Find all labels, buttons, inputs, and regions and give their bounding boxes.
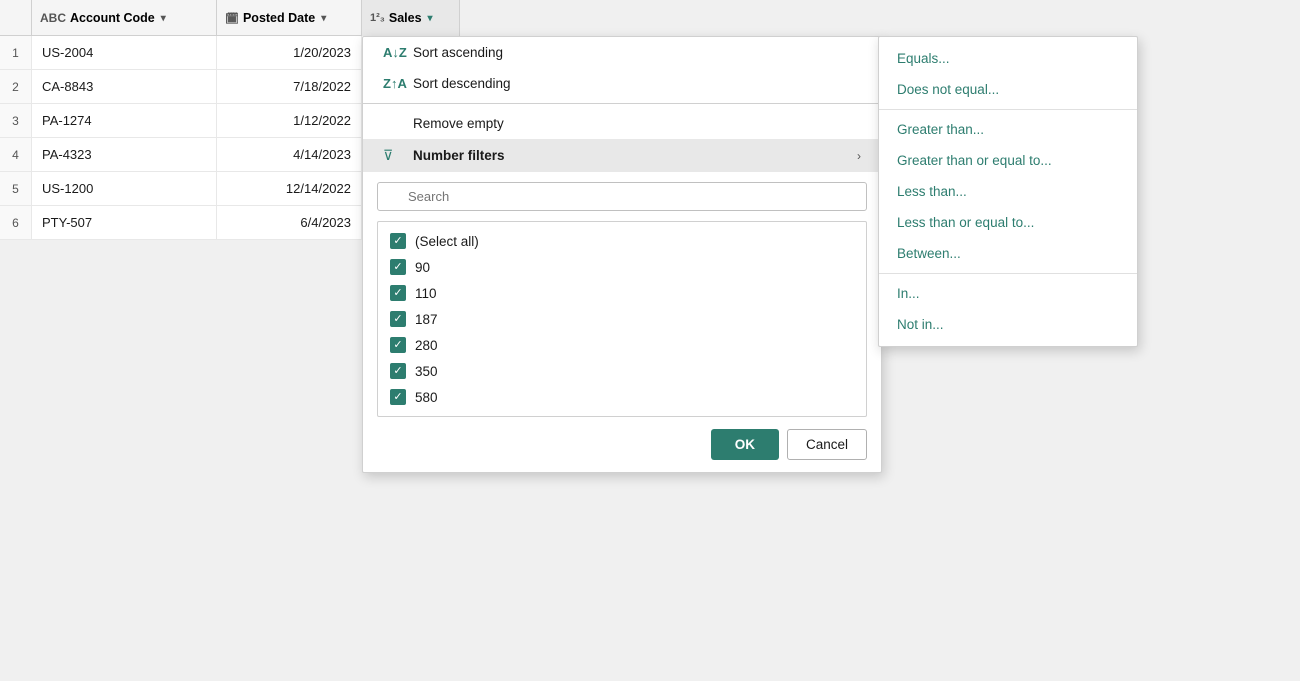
filter-dropdown: A↓Z Sort ascending Z↑A Sort descending R… bbox=[362, 36, 882, 473]
row-num-header bbox=[0, 0, 32, 35]
cell-date-4: 4/14/2023 bbox=[217, 138, 362, 171]
col-header-account[interactable]: ABC Account Code ▾ bbox=[32, 0, 217, 36]
sort-descending-icon: Z↑A bbox=[383, 76, 405, 91]
checkbox-90-label: 90 bbox=[415, 260, 430, 275]
account-code-label: Account Code bbox=[70, 11, 155, 25]
checkmark-187: ✓ bbox=[393, 314, 402, 325]
submenu-separator-2 bbox=[879, 273, 1137, 274]
cell-date-6: 6/4/2023 bbox=[217, 206, 362, 239]
submenu-between[interactable]: Between... bbox=[879, 238, 1137, 269]
submenu-greater-than[interactable]: Greater than... bbox=[879, 114, 1137, 145]
checkmark-90: ✓ bbox=[393, 262, 402, 273]
sales-type-icon: 1²₃ bbox=[370, 12, 385, 24]
cell-account-6: PTY-507 bbox=[32, 206, 217, 239]
menu-separator-1 bbox=[363, 103, 881, 104]
submenu-in[interactable]: In... bbox=[879, 278, 1137, 309]
checkbox-280[interactable]: ✓ 280 bbox=[378, 332, 866, 358]
submenu-arrow-icon: › bbox=[857, 149, 861, 163]
sales-dropdown-icon[interactable]: ▾ bbox=[428, 13, 433, 24]
sort-ascending-label: Sort ascending bbox=[413, 45, 503, 60]
remove-empty-item[interactable]: Remove empty bbox=[363, 108, 881, 139]
posted-date-label: Posted Date bbox=[243, 11, 315, 25]
submenu-separator-1 bbox=[879, 109, 1137, 110]
row-num-6: 6 bbox=[0, 206, 32, 239]
row-num-4: 4 bbox=[0, 138, 32, 171]
cancel-button[interactable]: Cancel bbox=[787, 429, 867, 460]
checkbox-350-box: ✓ bbox=[390, 363, 406, 379]
checkbox-580[interactable]: ✓ 580 bbox=[378, 384, 866, 410]
row-num-3: 3 bbox=[0, 104, 32, 137]
account-code-dropdown-icon[interactable]: ▾ bbox=[161, 13, 166, 24]
sort-descending-item[interactable]: Z↑A Sort descending bbox=[363, 68, 881, 99]
cell-account-3: PA-1274 bbox=[32, 104, 217, 137]
checkmark-580: ✓ bbox=[393, 392, 402, 403]
search-box-container: 🔍 bbox=[363, 172, 881, 221]
checkbox-580-label: 580 bbox=[415, 390, 438, 405]
cell-account-5: US-1200 bbox=[32, 172, 217, 205]
cell-account-1: US-2004 bbox=[32, 36, 217, 69]
submenu-equals[interactable]: Equals... bbox=[879, 43, 1137, 74]
submenu-not-equal[interactable]: Does not equal... bbox=[879, 74, 1137, 105]
search-input[interactable] bbox=[377, 182, 867, 211]
sales-label: Sales bbox=[389, 11, 422, 25]
checkbox-580-box: ✓ bbox=[390, 389, 406, 405]
checkbox-90[interactable]: ✓ 90 bbox=[378, 254, 866, 280]
checkmark-280: ✓ bbox=[393, 340, 402, 351]
cell-account-2: CA-8843 bbox=[32, 70, 217, 103]
checkbox-280-label: 280 bbox=[415, 338, 438, 353]
checkbox-280-box: ✓ bbox=[390, 337, 406, 353]
checkbox-187[interactable]: ✓ 187 bbox=[378, 306, 866, 332]
filter-funnel-icon: ⊽ bbox=[383, 147, 405, 164]
number-filters-submenu: Equals... Does not equal... Greater than… bbox=[878, 36, 1138, 347]
posted-date-dropdown-icon[interactable]: ▾ bbox=[321, 13, 326, 24]
remove-empty-label: Remove empty bbox=[413, 116, 504, 131]
checkbox-110[interactable]: ✓ 110 bbox=[378, 280, 866, 306]
checkbox-187-label: 187 bbox=[415, 312, 438, 327]
checkmark-select-all: ✓ bbox=[393, 236, 402, 247]
submenu-not-in[interactable]: Not in... bbox=[879, 309, 1137, 340]
checkbox-select-all[interactable]: ✓ (Select all) bbox=[378, 228, 866, 254]
checkmark-110: ✓ bbox=[393, 288, 402, 299]
cell-date-3: 1/12/2022 bbox=[217, 104, 362, 137]
filter-footer: OK Cancel bbox=[363, 417, 881, 472]
row-num-2: 2 bbox=[0, 70, 32, 103]
checkbox-110-label: 110 bbox=[415, 286, 437, 301]
checkbox-select-all-label: (Select all) bbox=[415, 234, 479, 249]
col-header-sales[interactable]: 1²₃ Sales ▾ bbox=[362, 0, 460, 36]
sort-descending-label: Sort descending bbox=[413, 76, 511, 91]
cell-account-4: PA-4323 bbox=[32, 138, 217, 171]
checkmark-350: ✓ bbox=[393, 366, 402, 377]
checkbox-110-box: ✓ bbox=[390, 285, 406, 301]
account-code-type-icon: ABC bbox=[40, 11, 66, 25]
sort-ascending-item[interactable]: A↓Z Sort ascending bbox=[363, 37, 881, 68]
table-header: ABC Account Code ▾ 🗓 Posted Date ▾ 1²₃ S… bbox=[0, 0, 460, 36]
submenu-less-equal[interactable]: Less than or equal to... bbox=[879, 207, 1137, 238]
number-filters-label: Number filters bbox=[413, 148, 505, 163]
cell-date-1: 1/20/2023 bbox=[217, 36, 362, 69]
posted-date-type-icon: 🗓 bbox=[225, 12, 239, 25]
checkbox-select-all-box: ✓ bbox=[390, 233, 406, 249]
checkbox-350-label: 350 bbox=[415, 364, 438, 379]
checkbox-90-box: ✓ bbox=[390, 259, 406, 275]
checkbox-187-box: ✓ bbox=[390, 311, 406, 327]
submenu-greater-equal[interactable]: Greater than or equal to... bbox=[879, 145, 1137, 176]
cell-date-2: 7/18/2022 bbox=[217, 70, 362, 103]
row-num-1: 1 bbox=[0, 36, 32, 69]
search-wrapper: 🔍 bbox=[377, 182, 867, 211]
checkbox-list: ✓ (Select all) ✓ 90 ✓ 110 ✓ 187 ✓ bbox=[377, 221, 867, 417]
row-num-5: 5 bbox=[0, 172, 32, 205]
sort-ascending-icon: A↓Z bbox=[383, 45, 405, 60]
ok-button[interactable]: OK bbox=[711, 429, 779, 460]
submenu-less-than[interactable]: Less than... bbox=[879, 176, 1137, 207]
number-filters-item[interactable]: ⊽ Number filters › bbox=[363, 139, 881, 172]
col-header-date[interactable]: 🗓 Posted Date ▾ bbox=[217, 0, 362, 36]
checkbox-350[interactable]: ✓ 350 bbox=[378, 358, 866, 384]
cell-date-5: 12/14/2022 bbox=[217, 172, 362, 205]
